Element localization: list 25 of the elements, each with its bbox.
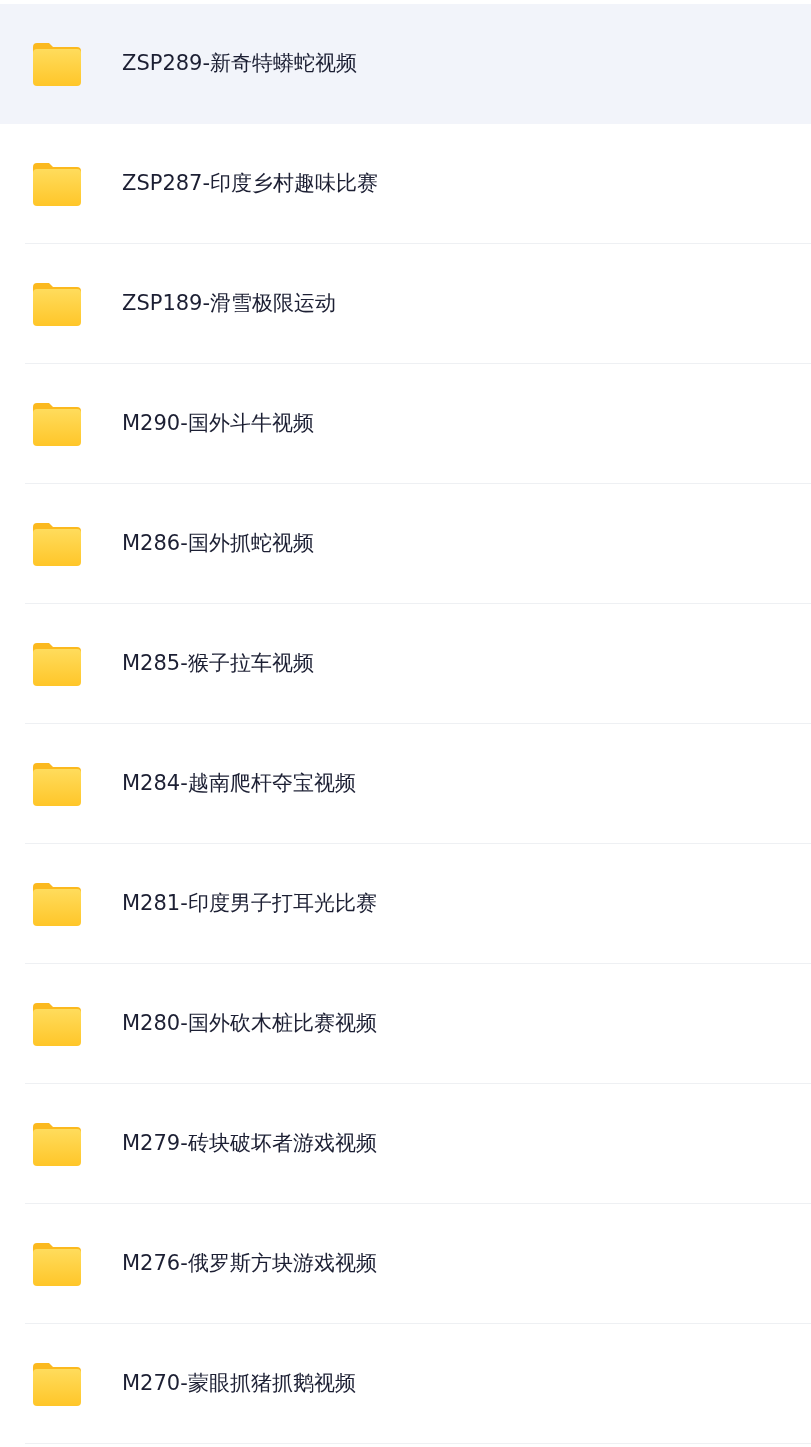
folder-name: ZSP287-印度乡村趣味比赛 (122, 169, 379, 197)
folder-icon (33, 281, 81, 326)
folder-name: M270-蒙眼抓猪抓鹅视频 (122, 1369, 356, 1397)
folder-icon (33, 1121, 81, 1166)
folder-name: M290-国外斗牛视频 (122, 409, 314, 437)
folder-icon (33, 881, 81, 926)
folder-name: ZSP289-新奇特蟒蛇视频 (122, 49, 358, 77)
folder-icon (33, 761, 81, 806)
folder-name: ZSP189-滑雪极限运动 (122, 289, 337, 317)
folder-name: M285-猴子拉车视频 (122, 649, 314, 677)
folder-name: M281-印度男子打耳光比赛 (122, 889, 377, 917)
folder-name: M279-砖块破坏者游戏视频 (122, 1129, 377, 1157)
folder-icon (33, 401, 81, 446)
folder-icon (33, 521, 81, 566)
folder-name: M284-越南爬杆夺宝视频 (122, 769, 356, 797)
folder-name: M276-俄罗斯方块游戏视频 (122, 1249, 377, 1277)
folder-icon (33, 641, 81, 686)
folder-icon (33, 1001, 81, 1046)
folder-row[interactable]: ZSP289-新奇特蟒蛇视频 (0, 4, 811, 124)
folder-icon (33, 1361, 81, 1406)
folder-name: M286-国外抓蛇视频 (122, 529, 314, 557)
folder-icon (33, 161, 81, 206)
folder-icon (33, 41, 81, 86)
folder-name: M280-国外砍木桩比赛视频 (122, 1009, 377, 1037)
folder-icon (33, 1241, 81, 1286)
